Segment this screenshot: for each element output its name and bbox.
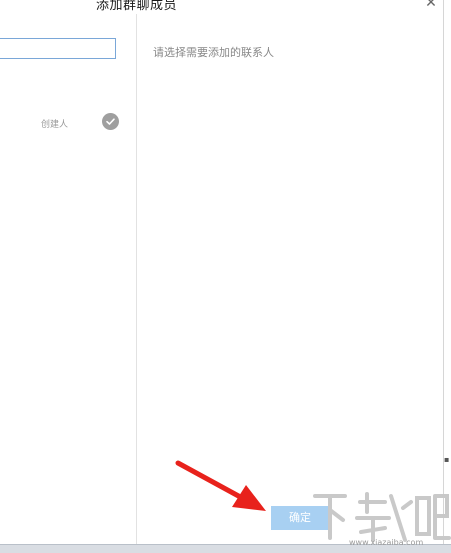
title-bar: 添加群聊成员 ✕ (0, 0, 451, 14)
add-group-members-dialog: 添加群聊成员 ✕ 创建人 请选择需要添加的联系人 确定 ▪ www.xiazai… (0, 0, 451, 553)
resize-grip-icon[interactable]: ▪ (444, 455, 449, 464)
dialog-title: 添加群聊成员 (96, 0, 178, 13)
search-input[interactable] (0, 38, 116, 59)
empty-selection-hint: 请选择需要添加的联系人 (153, 46, 274, 59)
close-icon[interactable]: ✕ (422, 0, 440, 14)
watermark-url: www.xiazaiba.com (349, 538, 424, 547)
red-arrow-annotation (175, 460, 266, 511)
creator-label: 创建人 (41, 120, 69, 130)
contacts-panel: 创建人 (0, 14, 137, 544)
member-row[interactable]: 创建人 (0, 112, 136, 134)
check-circle-icon (102, 113, 119, 130)
